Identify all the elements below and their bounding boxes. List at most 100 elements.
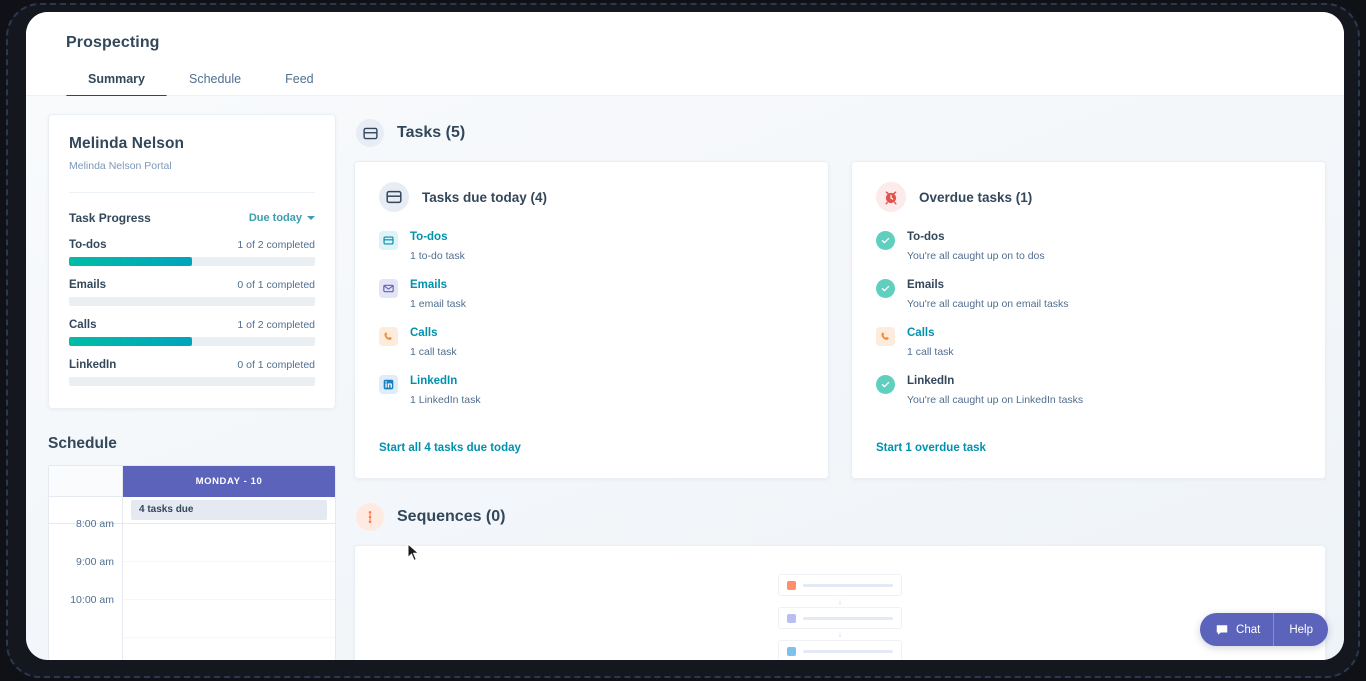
- schedule-time-row: [49, 632, 335, 660]
- browser-viewport: Prospecting Summary Schedule Feed Melind…: [26, 12, 1344, 660]
- profile-name: Melinda Nelson: [69, 135, 185, 152]
- task-progress-title: Task Progress: [69, 211, 151, 225]
- task-row-calls: Calls 1 call task: [379, 326, 804, 359]
- schedule-corner-cell: [49, 466, 123, 497]
- app-header: Prospecting Summary Schedule Feed: [26, 12, 1344, 98]
- sequences-section: Sequences (0) ↓ ↓: [354, 503, 1326, 660]
- progress-label: LinkedIn: [69, 359, 117, 371]
- arrow-down-icon: ↓: [837, 629, 843, 639]
- skeleton-bar: [803, 616, 893, 620]
- help-button[interactable]: Help: [1274, 613, 1328, 646]
- progress-track: [69, 377, 315, 386]
- chat-bubble-icon: [1216, 624, 1228, 635]
- card-title: Tasks due today (4): [422, 189, 548, 205]
- schedule-slot[interactable]: [123, 638, 335, 660]
- task-sub: 1 email task: [410, 298, 467, 310]
- call-step-icon: [787, 613, 796, 623]
- card-header: Overdue tasks (1): [876, 182, 1301, 212]
- right-column: Tasks (5) Tasks due today (4) To-dos 1 t…: [354, 114, 1326, 660]
- schedule-slot[interactable]: [123, 600, 335, 638]
- task-progress-header: Task Progress Due today: [69, 211, 315, 225]
- schedule-time-label: 10:00 am: [49, 594, 123, 632]
- task-label[interactable]: To-dos: [410, 230, 465, 245]
- progress-row-calls: Calls 1 of 2 completed: [69, 319, 315, 346]
- task-label: LinkedIn: [907, 375, 955, 387]
- tasks-due-today-card: Tasks due today (4) To-dos 1 to-do task …: [354, 161, 829, 479]
- progress-track: [69, 257, 315, 266]
- schedule-slot[interactable]: [123, 524, 335, 562]
- task-label: Emails: [907, 279, 945, 291]
- task-sub: 1 call task: [410, 346, 457, 358]
- chat-label: Chat: [1236, 623, 1261, 636]
- progress-count: 1 of 2 completed: [237, 319, 315, 331]
- email-icon: [379, 279, 398, 298]
- linkedin-icon: [379, 375, 398, 394]
- sequences-section-title: Sequences (0): [397, 508, 506, 525]
- overdue-row-emails: Emails You're all caught up on email tas…: [876, 278, 1301, 311]
- tasks-section-title: Tasks (5): [397, 124, 466, 141]
- start-overdue-task-link[interactable]: Start 1 overdue task: [876, 442, 986, 454]
- progress-label: Calls: [69, 319, 97, 331]
- task-sub: You're all caught up on email tasks: [907, 298, 1069, 310]
- schedule-table: MONDAY - 10 4 tasks due 8:00 am 9:00 am: [48, 465, 336, 660]
- tab-schedule[interactable]: Schedule: [167, 64, 263, 98]
- skeleton-bar: [803, 649, 893, 653]
- left-column: Melinda Nelson Melinda Nelson Portal Tas…: [48, 114, 336, 660]
- arrow-down-icon: ↓: [837, 596, 843, 606]
- task-label[interactable]: Calls: [907, 326, 954, 341]
- sequences-empty-card: ↓ ↓ ↓: [354, 545, 1326, 660]
- chat-button[interactable]: Chat: [1200, 613, 1275, 646]
- schedule-day-header: MONDAY - 10: [123, 466, 335, 497]
- overdue-row-calls: Calls 1 call task: [876, 326, 1301, 359]
- divider: [69, 192, 315, 193]
- card-header: Tasks due today (4): [379, 182, 804, 212]
- task-label: To-dos: [907, 231, 945, 243]
- schedule-time-label: 9:00 am: [49, 556, 123, 594]
- sequences-icon: [356, 503, 384, 531]
- task-label[interactable]: LinkedIn: [410, 374, 481, 389]
- skeleton-step: [778, 574, 902, 596]
- profile-card: Melinda Nelson Melinda Nelson Portal Tas…: [48, 114, 336, 409]
- progress-count: 0 of 1 completed: [237, 359, 315, 371]
- help-label: Help: [1289, 623, 1313, 636]
- page-title: Prospecting: [66, 34, 160, 51]
- schedule-time-label: [49, 632, 123, 660]
- tasks-due-chip[interactable]: 4 tasks due: [131, 500, 327, 520]
- schedule-heading: Schedule: [48, 435, 117, 452]
- progress-fill: [69, 257, 192, 266]
- progress-row-linkedin: LinkedIn 0 of 1 completed: [69, 359, 315, 386]
- task-sub: 1 call task: [907, 346, 954, 358]
- check-circle-icon: [876, 231, 895, 250]
- alarm-clock-icon: [876, 182, 906, 212]
- task-cards-row: Tasks due today (4) To-dos 1 to-do task …: [354, 161, 1326, 479]
- chat-widget: Chat Help: [1200, 613, 1328, 646]
- tasks-icon: [379, 182, 409, 212]
- tab-bar: Summary Schedule Feed: [66, 64, 1344, 98]
- sequences-section-header: Sequences (0): [356, 503, 1326, 531]
- task-row-linkedin: LinkedIn 1 LinkedIn task: [379, 374, 804, 407]
- due-today-label: Due today: [248, 212, 302, 224]
- tab-feed[interactable]: Feed: [263, 64, 336, 98]
- task-sub: 1 to-do task: [410, 250, 465, 262]
- due-today-dropdown[interactable]: Due today: [249, 212, 315, 224]
- skeleton-bar: [803, 583, 893, 587]
- task-row-emails: Emails 1 email task: [379, 278, 804, 311]
- overdue-row-linkedin: LinkedIn You're all caught up on LinkedI…: [876, 374, 1301, 407]
- progress-track: [69, 337, 315, 346]
- progress-row-emails: Emails 0 of 1 completed: [69, 279, 315, 306]
- task-label[interactable]: Calls: [410, 326, 457, 341]
- linkedin-step-icon: [787, 646, 796, 656]
- task-label[interactable]: Emails: [410, 278, 466, 293]
- task-row-todos: To-dos 1 to-do task: [379, 230, 804, 263]
- progress-count: 0 of 1 completed: [237, 279, 315, 291]
- schedule-slot[interactable]: [123, 562, 335, 600]
- schedule-time-label: 8:00 am: [49, 518, 123, 556]
- phone-icon: [379, 327, 398, 346]
- tasks-icon: [356, 119, 384, 147]
- progress-track: [69, 297, 315, 306]
- tab-summary[interactable]: Summary: [66, 64, 167, 98]
- chevron-down-icon: [307, 216, 315, 220]
- start-all-tasks-link[interactable]: Start all 4 tasks due today: [379, 442, 521, 454]
- overdue-row-todos: To-dos You're all caught up on to dos: [876, 230, 1301, 263]
- check-circle-icon: [876, 375, 895, 394]
